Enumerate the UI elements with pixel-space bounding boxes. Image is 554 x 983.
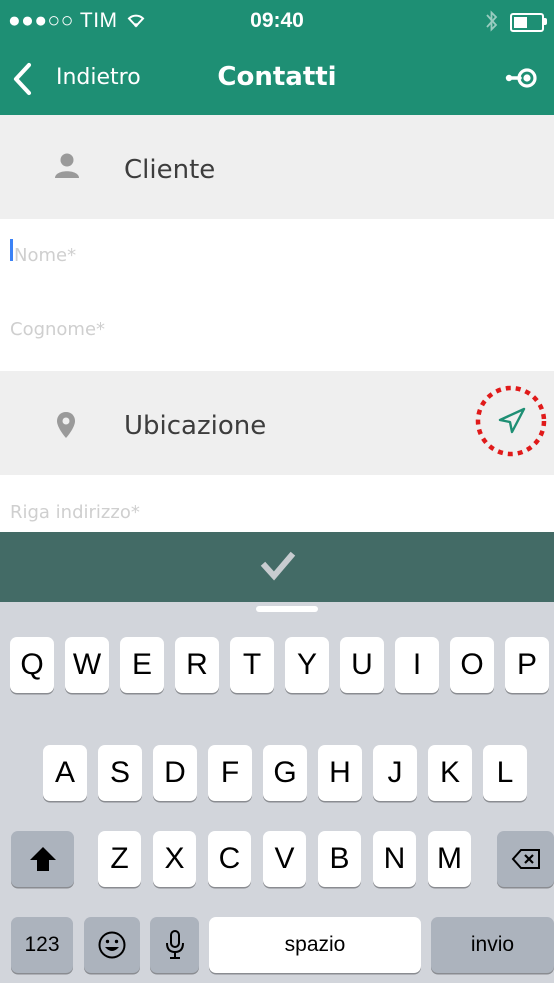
key-z[interactable]: Z [98,831,141,887]
key-s[interactable]: S [98,745,142,801]
key-y[interactable]: Y [285,637,329,693]
status-bar: ●●●○○ TIM 09:40 [0,0,554,44]
key-g[interactable]: G [263,745,307,801]
key-m[interactable]: M [428,831,471,887]
section-client: Cliente [0,115,554,219]
address-line-field[interactable]: Riga indirizzo* [0,475,554,532]
location-pin-icon [57,412,75,438]
key-a[interactable]: A [43,745,87,801]
toggle-button[interactable] [498,60,542,100]
key-u[interactable]: U [340,637,384,693]
shift-arrow-icon [29,847,56,871]
key-r[interactable]: R [175,637,219,693]
key-q[interactable]: Q [10,637,54,693]
key-k[interactable]: K [428,745,472,801]
person-icon [55,153,79,178]
backspace-icon [511,849,540,869]
key-j[interactable]: J [373,745,417,801]
key-e[interactable]: E [120,637,164,693]
emoji-key[interactable] [84,917,140,973]
key-l[interactable]: L [483,745,527,801]
page-title: Contatti [217,62,337,92]
done-button[interactable] [246,547,308,587]
shift-key[interactable] [11,831,74,887]
navigation-arrow-icon [475,385,547,457]
checkmark-icon [260,551,296,581]
address-line-placeholder: Riga indirizzo* [10,502,140,523]
text-caret [10,239,13,261]
cognome-field[interactable]: Cognome* [0,289,554,371]
key-toggle-icon [505,68,537,88]
locate-button[interactable] [474,384,548,458]
key-i[interactable]: I [395,637,439,693]
battery-icon [510,13,544,32]
section-location: Ubicazione [0,371,554,475]
microphone-icon [165,930,184,959]
key-w[interactable]: W [65,637,109,693]
emoji-icon [98,931,126,959]
key-n[interactable]: N [373,831,416,887]
microphone-key[interactable] [150,917,199,973]
key-b[interactable]: B [318,831,361,887]
return-key[interactable]: invio [431,917,554,973]
key-o[interactable]: O [450,637,494,693]
backspace-key[interactable] [497,831,554,887]
key-f[interactable]: F [208,745,252,801]
key-x[interactable]: X [153,831,196,887]
key-p[interactable]: P [505,637,549,693]
status-time: 09:40 [250,9,304,32]
section-location-label: Ubicazione [124,411,267,441]
section-client-label: Cliente [124,155,216,185]
nome-field[interactable]: Nome* [0,219,554,289]
bluetooth-icon [486,10,498,32]
space-key[interactable]: spazio [209,917,421,973]
numbers-key[interactable]: 123 [11,917,73,973]
key-v[interactable]: V [263,831,306,887]
key-t[interactable]: T [230,637,274,693]
nome-placeholder: Nome* [14,245,77,266]
key-c[interactable]: C [208,831,251,887]
key-h[interactable]: H [318,745,362,801]
key-d[interactable]: D [153,745,197,801]
keyboard-handle [256,606,318,612]
cognome-placeholder: Cognome* [10,319,106,340]
